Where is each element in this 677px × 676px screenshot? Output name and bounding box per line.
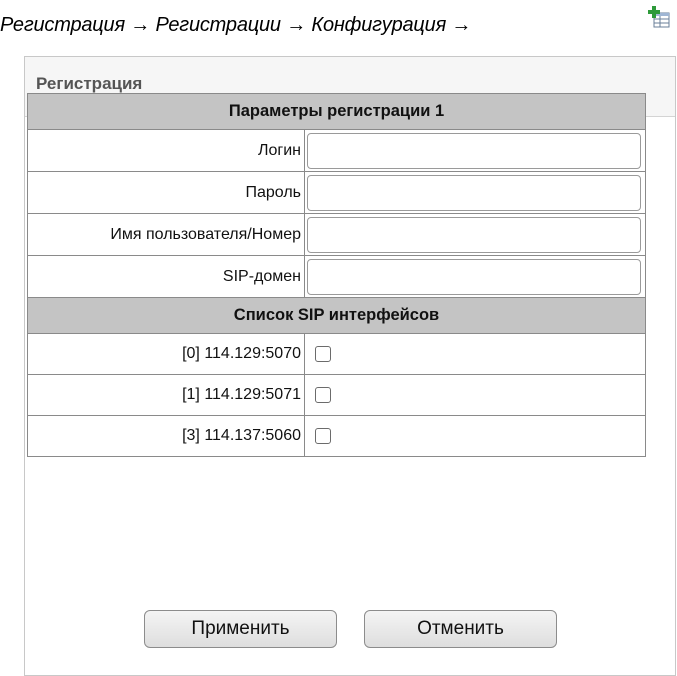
field-row-login: Логин: [27, 129, 646, 172]
password-input[interactable]: [307, 174, 641, 211]
registration-params-table: Параметры регистрации 1 Логин Пароль Имя…: [27, 93, 646, 457]
interface-checkbox[interactable]: [315, 346, 331, 362]
interface-label: [0] 114.129:5070: [27, 333, 305, 375]
field-row-username: Имя пользователя/Номер: [27, 213, 646, 256]
section-header-sip-interfaces: Список SIP интерфейсов: [27, 297, 646, 334]
username-label: Имя пользователя/Номер: [27, 213, 305, 256]
cancel-button[interactable]: Отменить: [364, 610, 557, 648]
interface-label: [3] 114.137:5060: [27, 415, 305, 457]
interface-row: [1] 114.129:5071: [27, 374, 646, 416]
login-label: Логин: [27, 129, 305, 172]
login-input[interactable]: [307, 132, 641, 169]
section-header-params: Параметры регистрации 1: [27, 93, 646, 130]
add-table-icon[interactable]: [648, 6, 670, 28]
interface-checkbox[interactable]: [315, 428, 331, 444]
sip-domain-input[interactable]: [307, 258, 641, 295]
interface-row: [0] 114.129:5070: [27, 333, 646, 375]
field-row-password: Пароль: [27, 171, 646, 214]
apply-button[interactable]: Применить: [144, 610, 337, 648]
interface-checkbox[interactable]: [315, 387, 331, 403]
interface-row: [3] 114.137:5060: [27, 415, 646, 457]
breadcrumb: Регистрация → Регистрации → Конфигурация…: [0, 14, 472, 36]
field-row-sip-domain: SIP-домен: [27, 255, 646, 298]
sip-domain-label: SIP-домен: [27, 255, 305, 298]
username-input[interactable]: [307, 216, 641, 253]
interface-label: [1] 114.129:5071: [27, 374, 305, 416]
password-label: Пароль: [27, 171, 305, 214]
